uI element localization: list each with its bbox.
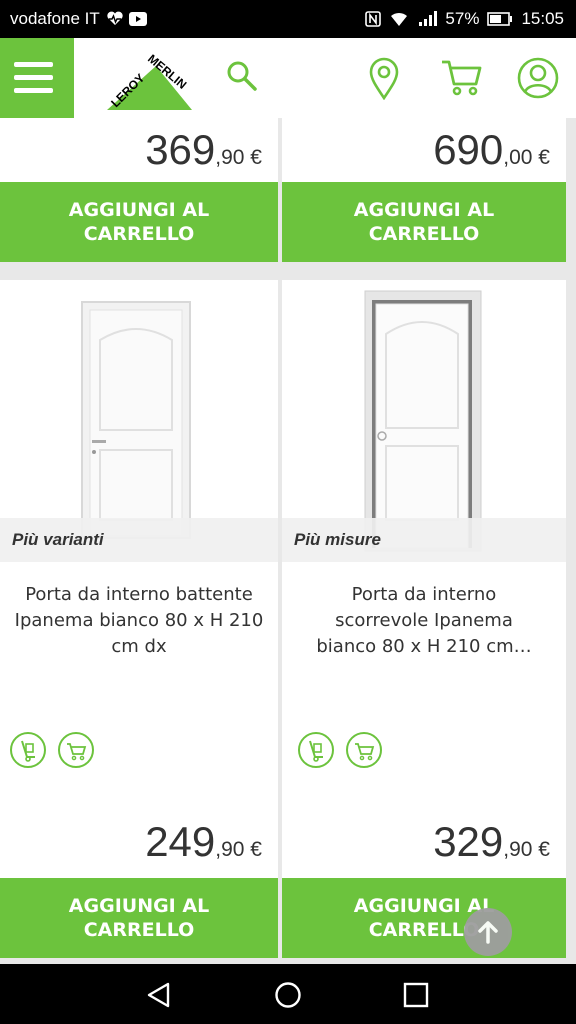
add-to-cart-button[interactable]: AGGIUNGI AL CARRELLO [282, 878, 566, 958]
add-to-cart-label: AGGIUNGI AL CARRELLO [68, 895, 210, 941]
add-to-cart-button[interactable]: AGGIUNGI AL CARRELLO [0, 878, 278, 958]
cart-icon[interactable] [440, 58, 484, 98]
cart-icon [355, 743, 375, 761]
arrow-up-icon [478, 921, 498, 944]
clock: 15:05 [521, 9, 564, 28]
youtube-icon [128, 12, 147, 26]
wifi-icon [391, 12, 408, 26]
user-icon[interactable] [516, 56, 560, 100]
product-image-door-hinged [81, 301, 191, 539]
status-bar: vodafone IT 57% 15:05 [0, 0, 576, 38]
product-price: 690,00 € [433, 126, 550, 174]
leroy-merlin-logo[interactable]: LEROY MERLIN [104, 48, 194, 114]
location-pin-icon[interactable] [366, 56, 402, 100]
add-to-cart-button[interactable]: AGGIUNGI AL CARRELLO [0, 182, 278, 262]
heart-pulse-icon [107, 11, 123, 25]
product-price: 369,90 € [145, 126, 262, 174]
home-delivery-button[interactable] [346, 732, 382, 768]
add-to-cart-label: AGGIUNGI AL CARRELLO [68, 199, 210, 245]
status-right: 57% 15:05 [365, 9, 564, 29]
home-delivery-button[interactable] [58, 732, 94, 768]
price-integer: 369 [145, 126, 216, 173]
price-integer: 690 [433, 126, 504, 173]
price-integer: 249 [145, 818, 216, 865]
trolley-icon [309, 740, 323, 762]
price-decimal: ,90 € [215, 146, 262, 169]
price-integer: 329 [433, 818, 504, 865]
status-left: vodafone IT [10, 9, 147, 29]
system-nav-bar [0, 964, 576, 1024]
product-price: 329,90 € [433, 818, 550, 866]
app-header: LEROY MERLIN [0, 38, 576, 118]
price-decimal: ,90 € [503, 838, 550, 861]
recents-icon[interactable] [402, 981, 430, 1009]
home-icon[interactable] [273, 980, 303, 1010]
product-price: 249,90 € [145, 818, 262, 866]
back-icon[interactable] [144, 980, 174, 1010]
menu-icon-line [14, 75, 53, 80]
product-grid: 369,90 € AGGIUNGI AL CARRELLO 690,00 € A… [0, 118, 576, 964]
store-pickup-button[interactable] [10, 732, 46, 768]
price-decimal: ,90 € [215, 838, 262, 861]
product-image-door-sliding [364, 290, 482, 552]
menu-icon-line [14, 88, 53, 93]
battery-percent: 57% [445, 9, 480, 28]
variant-badge: Più misure [282, 518, 566, 562]
menu-button[interactable] [0, 38, 74, 118]
menu-icon [14, 62, 53, 67]
carrier-label: vodafone IT [10, 9, 100, 28]
add-to-cart-label: AGGIUNGI AL CARRELLO [353, 199, 495, 245]
product-card-left[interactable]: Più varianti Porta da interno battente I… [0, 280, 278, 958]
variant-badge: Più varianti [0, 518, 278, 562]
product-title[interactable]: Porta da interno battente Ipanema bianco… [8, 582, 270, 660]
product-card-top-left[interactable]: 369,90 € AGGIUNGI AL CARRELLO [0, 118, 278, 262]
store-pickup-button[interactable] [298, 732, 334, 768]
cart-icon [67, 743, 87, 761]
nfc-icon [365, 11, 382, 27]
trolley-icon [21, 740, 35, 762]
battery-icon [487, 12, 513, 26]
product-card-top-right[interactable]: 690,00 € AGGIUNGI AL CARRELLO [282, 118, 566, 262]
product-card-right[interactable]: Più misure Porta da interno scorrevole I… [282, 280, 566, 958]
signal-icon [419, 11, 438, 26]
scroll-to-top-button[interactable] [464, 908, 512, 956]
add-to-cart-button[interactable]: AGGIUNGI AL CARRELLO [282, 182, 566, 262]
price-decimal: ,00 € [503, 146, 550, 169]
search-icon[interactable] [224, 58, 260, 94]
product-title[interactable]: Porta da interno scorrevole Ipanema bian… [312, 582, 536, 660]
